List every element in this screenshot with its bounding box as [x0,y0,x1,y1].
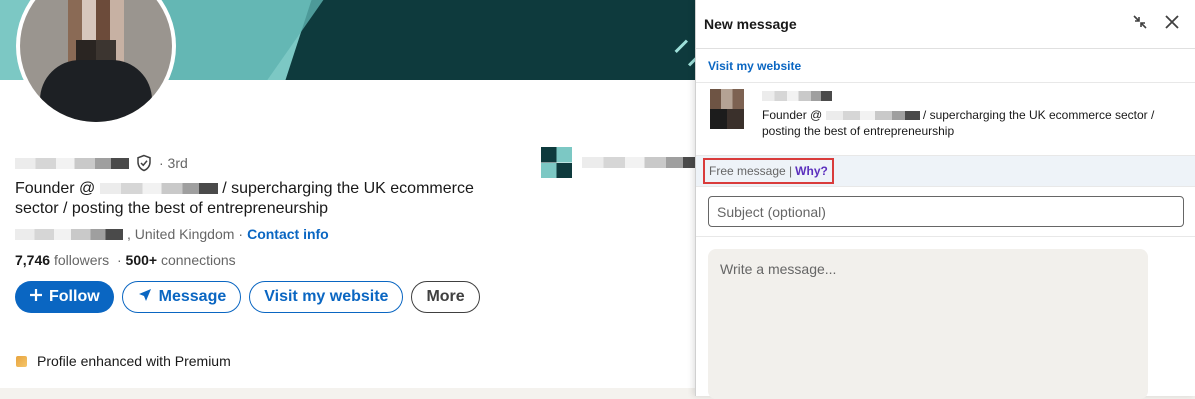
profile-name-row: · 3rd [15,153,188,173]
close-icon [1165,14,1179,34]
more-button[interactable]: More [411,281,480,313]
free-message-highlight: Free message | Why? [703,158,834,184]
contact-info-link[interactable]: Contact info [247,226,329,242]
connections-count: 500+ [125,252,158,268]
connection-degree: · 3rd [159,155,188,171]
recipient-avatar [710,89,744,129]
message-textarea[interactable] [708,249,1148,399]
send-icon [137,287,153,308]
company-logo-icon [541,147,572,178]
profile-actions: Follow Message Visit my website More [15,281,480,313]
premium-row: Profile enhanced with Premium [16,353,231,369]
minimize-button[interactable] [1124,8,1156,40]
connections-label[interactable]: connections [161,252,236,268]
visit-website-link[interactable]: Visit my website [708,59,801,73]
premium-text: Profile enhanced with Premium [37,353,231,369]
message-header: New message [696,0,1195,49]
follow-button[interactable]: Follow [15,281,114,313]
followers-label[interactable]: followers [54,252,109,268]
new-message-panel: New message Visit my website Founder @ /… [695,0,1195,399]
followers-count: 7,746 [15,252,51,268]
profile-avatar[interactable] [16,0,176,126]
message-label: Message [158,288,227,305]
collapse-arrows-icon [1132,14,1148,35]
location-city-redacted [15,228,123,240]
premium-icon [16,355,27,367]
close-button[interactable] [1156,8,1188,40]
current-company[interactable] [541,147,702,178]
follow-label: Follow [49,288,100,305]
profile-headline: Founder @ / supercharging the UK ecommer… [15,179,505,219]
profile-name-redacted [15,157,129,169]
free-message-label: Free message | [709,164,793,178]
subject-input[interactable] [708,196,1184,227]
visit-website-link-row: Visit my website [696,49,1195,83]
location-row: , United Kingdom · Contact info [15,226,329,242]
free-message-row: Free message | Why? [696,155,1195,187]
profile-stats: 7,746 followers · 500+ connections [15,252,236,268]
recipient-info: Founder @ / supercharging the UK ecommer… [696,83,1195,155]
headline-prefix: Founder @ [15,180,96,197]
message-button[interactable]: Message [121,281,242,313]
verified-shield-icon[interactable] [135,154,153,172]
recipient-headline-prefix: Founder @ [762,108,823,122]
location-text: , United Kingdom [127,226,235,242]
headline-company-redacted [99,183,218,195]
visit-website-button[interactable]: Visit my website [249,281,404,313]
recipient-name-redacted [762,91,832,101]
why-link[interactable]: Why? [795,164,828,178]
location-separator: · [238,226,244,242]
plus-icon [29,288,43,307]
divider [696,236,1195,237]
company-name-redacted [582,157,702,168]
more-label: More [426,288,465,305]
visit-website-label: Visit my website [264,288,389,305]
recipient-company-redacted [825,111,920,121]
message-title: New message [704,16,797,32]
